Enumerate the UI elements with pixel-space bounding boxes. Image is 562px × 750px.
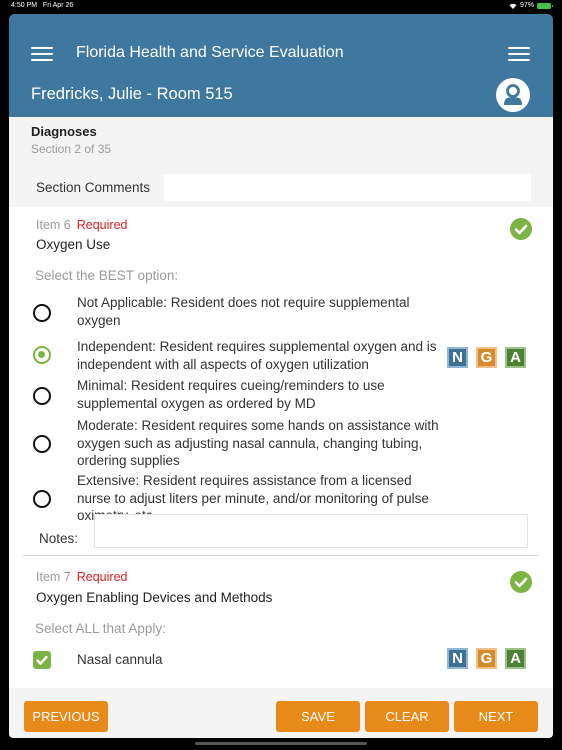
badge-g[interactable]: G <box>476 648 497 669</box>
resident-name: Fredricks, Julie - Room 515 <box>31 85 233 103</box>
notes-label: Notes: <box>39 531 79 546</box>
notes-input[interactable] <box>94 514 528 548</box>
option-label: Independent: Resident requires supplemen… <box>77 339 437 372</box>
section-header: Diagnoses Section 2 of 35 <box>31 124 111 156</box>
status-time: 4:50 PM Fri Apr 26 <box>11 2 74 9</box>
badge-a[interactable]: A <box>505 648 526 669</box>
nga-badges: N G A <box>447 648 526 669</box>
badge-n[interactable]: N <box>447 347 468 368</box>
items-card: Item 6 Required Oxygen Use Select the BES… <box>9 207 553 688</box>
next-button[interactable]: NEXT <box>454 701 538 732</box>
item-7-meta: Item 7 Required <box>36 570 127 584</box>
app-window: Florida Health and Service Evaluation Fr… <box>9 14 553 738</box>
radio-button[interactable] <box>33 435 51 453</box>
options-menu-icon[interactable] <box>508 47 530 61</box>
item-instruction: Select ALL that Apply: <box>35 621 166 636</box>
item-question: Oxygen Use <box>36 237 111 252</box>
battery-percent: 97% <box>519 2 534 9</box>
required-label: Required <box>76 218 128 232</box>
radio-button[interactable] <box>33 304 51 322</box>
previous-button[interactable]: PREVIOUS <box>24 701 108 732</box>
item-question: Oxygen Enabling Devices and Methods <box>36 590 273 605</box>
option-label: Moderate: Resident requires some hands o… <box>77 418 439 468</box>
option-label: Minimal: Resident requires cueing/remind… <box>77 378 385 411</box>
wifi-icon <box>509 3 517 9</box>
clear-button[interactable]: CLEAR <box>365 701 449 732</box>
nga-badges: N G A <box>447 347 526 368</box>
app-title: Florida Health and Service Evaluation <box>76 44 344 61</box>
radio-button[interactable] <box>33 490 51 508</box>
section-progress: Section 2 of 35 <box>31 142 112 156</box>
checkbox-nasal-cannula[interactable] <box>33 651 51 669</box>
complete-check-icon <box>510 571 532 593</box>
item-6-meta: Item 6 Required <box>36 218 127 232</box>
option-label: Nasal cannula <box>77 652 163 667</box>
badge-n[interactable]: N <box>447 648 468 669</box>
home-indicator[interactable] <box>195 742 367 745</box>
item-number: Item 7 <box>36 570 71 584</box>
battery-icon <box>537 2 553 9</box>
radio-button[interactable] <box>33 387 51 405</box>
item-number: Item 6 <box>36 218 71 232</box>
required-label: Required <box>76 570 128 584</box>
option-label: Not Applicable: Resident does not requir… <box>77 295 410 328</box>
badge-g[interactable]: G <box>476 347 497 368</box>
status-bar: 4:50 PM Fri Apr 26 97% <box>0 0 562 14</box>
item-divider <box>23 555 539 556</box>
radio-button-selected[interactable] <box>33 346 51 364</box>
section-comments-label: Section Comments <box>36 180 151 195</box>
user-avatar-icon[interactable] <box>496 78 530 112</box>
save-button[interactable]: SAVE <box>276 701 360 732</box>
item-instruction: Select the BEST option: <box>35 268 179 283</box>
app-header: Florida Health and Service Evaluation Fr… <box>9 14 553 117</box>
menu-icon[interactable] <box>31 47 53 61</box>
section-title: Diagnoses <box>31 124 97 139</box>
complete-check-icon <box>510 218 532 240</box>
section-comments-input[interactable] <box>164 174 531 201</box>
badge-a[interactable]: A <box>505 347 526 368</box>
